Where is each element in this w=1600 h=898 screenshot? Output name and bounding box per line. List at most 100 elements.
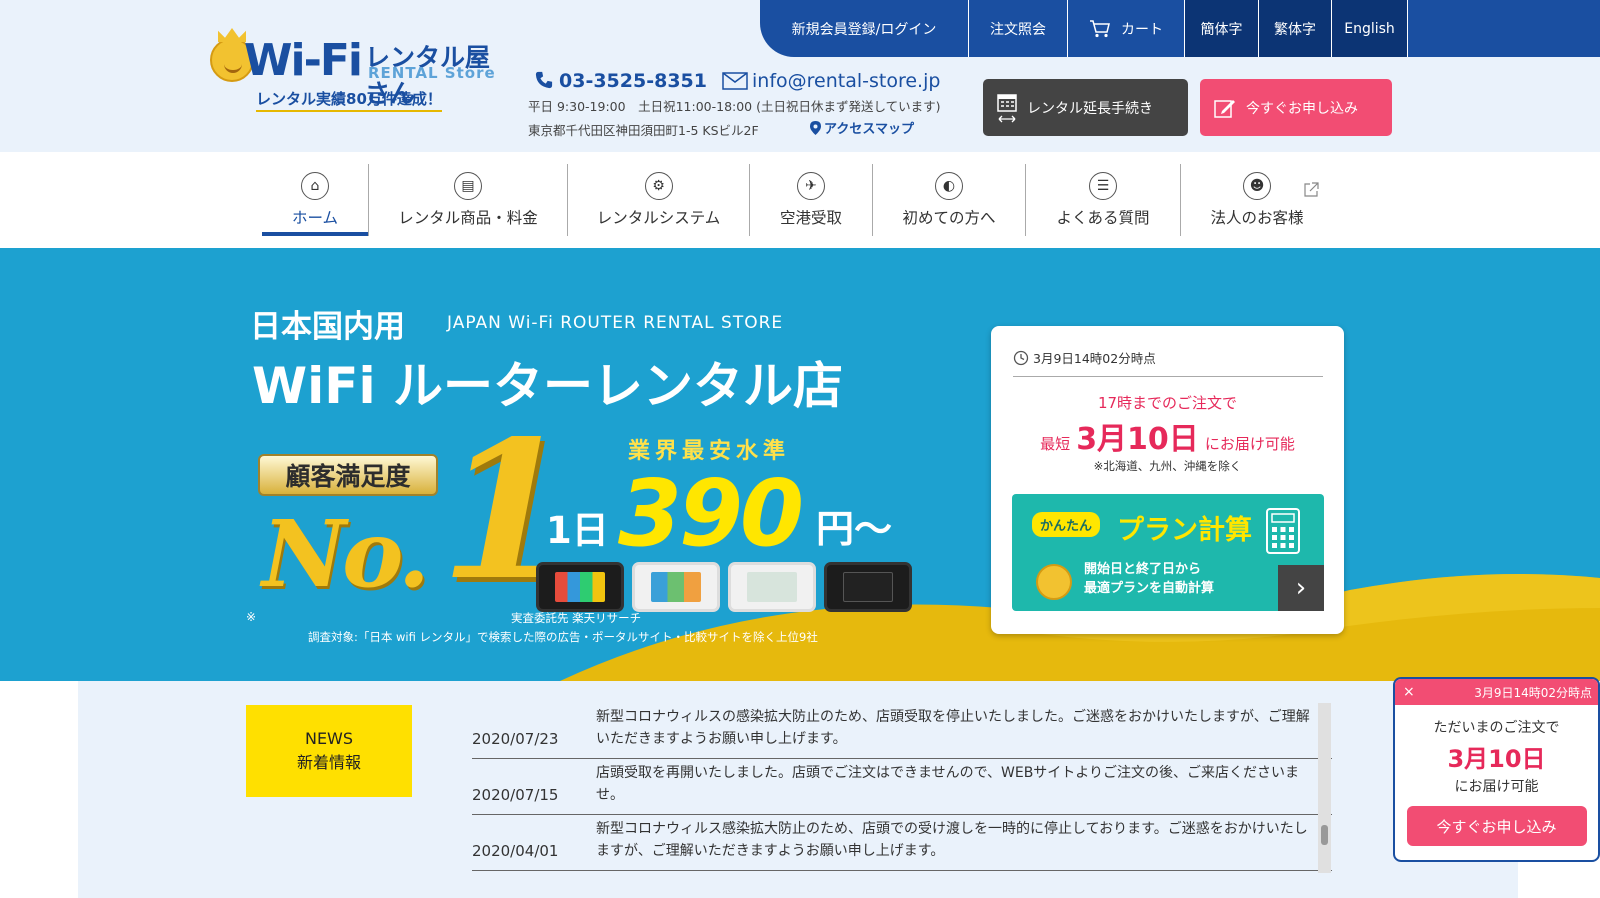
nav-airport[interactable]: ✈ 空港受取 bbox=[750, 162, 872, 238]
lang-english-link[interactable]: English bbox=[1332, 0, 1408, 57]
calendar-icon bbox=[997, 93, 1017, 122]
router-image bbox=[728, 562, 816, 612]
nav-home[interactable]: ⌂ ホーム bbox=[262, 162, 368, 238]
news-item[interactable]: 2020/04/01 新型コロナウィルス感染拡大防止のため、店頭での受け渡しを一… bbox=[472, 815, 1332, 871]
news-scrollbar[interactable] bbox=[1318, 703, 1331, 873]
nav-business-label: 法人のお客様 bbox=[1210, 209, 1304, 227]
nav-beginners[interactable]: ◐ 初めての方へ bbox=[873, 162, 1025, 238]
delivery-popup: × 3月9日14時02分時点 ただいまのご注文で 3月10日 にお届け可能 今す… bbox=[1393, 677, 1600, 862]
router-image bbox=[536, 562, 624, 612]
logo-record: レンタル実績80万件達成！ bbox=[256, 88, 442, 112]
nav-active-indicator bbox=[262, 232, 368, 236]
plan-calculator-description: 開始日と終了日から 最適プランを自動計算 bbox=[1084, 560, 1214, 598]
popup-line1: ただいまのご注文で bbox=[1433, 720, 1560, 736]
business-hours: 平日 9:30-19:00 土日祝11:00-18:00 (土日祝日休まず発送し… bbox=[528, 99, 941, 114]
business-icon: ☻ bbox=[1243, 172, 1271, 200]
delivery-date-line: 最短 3月10日 にお届け可能 bbox=[991, 414, 1344, 458]
per-day-label: 1日 bbox=[546, 509, 609, 552]
survey-target: 調査対象:「日本 wifi レンタル」で検索した際の広告・ポータルサイト・比較サ… bbox=[308, 630, 818, 644]
map-pin-icon bbox=[810, 121, 821, 135]
logo-wifi-text: Wi-Fi bbox=[244, 35, 363, 86]
news-item[interactable]: 2020/07/15 店頭受取を再開いたしました。店頭でご注文はできませんので、… bbox=[472, 759, 1332, 815]
hero-title-en: JAPAN Wi-Fi ROUTER RENTAL STORE bbox=[447, 313, 784, 333]
order-deadline: 17時までのご注文で bbox=[1097, 394, 1238, 412]
satisfaction-badge: 顧客満足度 bbox=[258, 454, 438, 496]
delivery-timestamp-text: 3月9日14時02分時点 bbox=[1033, 351, 1156, 366]
edit-icon bbox=[1214, 99, 1235, 118]
news-date: 2020/07/23 bbox=[472, 730, 559, 748]
delivery-exclusion: ※北海道、九州、沖縄を除く bbox=[1093, 459, 1242, 473]
cart-label: カート bbox=[1121, 21, 1163, 38]
news-heading-jp: 新着情報 bbox=[296, 753, 361, 772]
survey-note-mark: ※ bbox=[246, 610, 257, 624]
email-text: info@rental-store.jp bbox=[752, 70, 941, 92]
lang-simplified-link[interactable]: 簡体字 bbox=[1185, 0, 1259, 57]
phone-text: 03-3525-8351 bbox=[559, 70, 707, 92]
phone-icon bbox=[535, 71, 553, 89]
nav-home-label: ホーム bbox=[291, 209, 339, 227]
price-value: 390 bbox=[618, 460, 804, 567]
clock-icon bbox=[1013, 350, 1029, 365]
access-map-label: アクセスマップ bbox=[824, 122, 914, 137]
site-header: Wi-Fi レンタル屋さん RENTAL Store レンタル実績80万件達成！… bbox=[0, 0, 1600, 152]
cart-icon bbox=[1090, 19, 1110, 37]
news-text: 新型コロナウィルスの感染拡大防止のため、店頭受取を停止いたしました。ご迷惑をおか… bbox=[596, 709, 1310, 747]
router-image bbox=[632, 562, 720, 612]
fastest-label: 最短 bbox=[1040, 435, 1071, 453]
register-login-link[interactable]: 新規会員登録/ログイン bbox=[760, 0, 969, 57]
plan-desc-line2: 最適プランを自動計算 bbox=[1084, 581, 1215, 596]
logo-rental-en: RENTAL Store bbox=[368, 64, 496, 82]
email-link[interactable]: info@rental-store.jp bbox=[722, 70, 940, 92]
store-address: 東京都千代田区神田須田町1-5 KSビル2F bbox=[528, 123, 759, 138]
kantan-badge: かんたん bbox=[1032, 512, 1101, 537]
mascot-icon bbox=[1036, 564, 1072, 600]
access-map-link[interactable]: アクセスマップ bbox=[810, 118, 914, 137]
scrollbar-thumb[interactable] bbox=[1321, 825, 1328, 845]
router-images bbox=[536, 562, 912, 612]
lang-traditional-link[interactable]: 繁体字 bbox=[1259, 0, 1332, 57]
gear-icon: ⚙ bbox=[644, 172, 673, 200]
hero-banner: 日本国内用 JAPAN Wi-Fi ROUTER RENTAL STORE Wi… bbox=[0, 248, 1600, 681]
popup-timestamp: 3月9日14時02分時点 bbox=[1474, 685, 1592, 700]
home-icon: ⌂ bbox=[301, 172, 329, 200]
no-text: No. bbox=[262, 500, 430, 608]
news-date: 2020/07/15 bbox=[472, 786, 559, 804]
news-item[interactable]: 2020/07/23 新型コロナウィルスの感染拡大防止のため、店頭受取を停止いた… bbox=[472, 703, 1332, 759]
rental-extension-label: レンタル延長手続き bbox=[1027, 100, 1153, 117]
chat-icon: ☰ bbox=[1089, 172, 1117, 200]
nav-rental-system[interactable]: ⚙ レンタルシステム bbox=[568, 162, 749, 238]
deliverable-label: にお届け可能 bbox=[1204, 435, 1295, 453]
site-logo[interactable]: Wi-Fi レンタル屋さん RENTAL Store レンタル実績80万件達成！ bbox=[210, 34, 510, 114]
rental-extension-button[interactable]: レンタル延長手続き bbox=[983, 79, 1188, 136]
cart-link[interactable]: カート bbox=[1068, 0, 1185, 57]
popup-line3: にお届け可能 bbox=[1454, 779, 1539, 795]
nav-rental-system-label: レンタルシステム bbox=[596, 209, 721, 227]
apply-now-label: 今すぐお申し込み bbox=[1246, 100, 1358, 117]
mail-icon bbox=[722, 72, 748, 90]
nav-business[interactable]: ☻ 法人のお客様 bbox=[1181, 162, 1333, 238]
phone-number[interactable]: 03-3525-8351 bbox=[535, 70, 707, 92]
news-text: 新型コロナウィルス感染拡大防止のため、店頭での受け渡しを一時的に停止しております… bbox=[596, 821, 1308, 859]
delivery-date: 3月10日 bbox=[1076, 422, 1199, 457]
nav-faq[interactable]: ☰ よくある質問 bbox=[1026, 162, 1180, 238]
beginner-icon: ◐ bbox=[935, 172, 963, 200]
nav-beginners-label: 初めての方へ bbox=[902, 209, 996, 227]
popup-header: × 3月9日14時02分時点 bbox=[1395, 679, 1598, 705]
airplane-icon: ✈ bbox=[797, 172, 825, 200]
popup-delivery-date: 3月10日 bbox=[1447, 745, 1546, 773]
chevron-right-icon[interactable]: › bbox=[1278, 565, 1324, 611]
plan-calculator-button[interactable]: かんたん プラン計算 開始日と終了日から 最適プランを自動計算 › bbox=[1012, 494, 1324, 611]
plan-calculator-title: プラン計算 bbox=[1117, 515, 1252, 546]
apply-now-button[interactable]: 今すぐお申し込み bbox=[1200, 79, 1392, 136]
nav-airport-label: 空港受取 bbox=[779, 209, 842, 227]
delivery-info-card: 3月9日14時02分時点 17時までのご注文で 最短 3月10日 にお届け可能 ※北… bbox=[991, 326, 1344, 634]
product-icon: ▤ bbox=[454, 172, 482, 200]
nav-products-label: レンタル商品・料金 bbox=[398, 209, 538, 227]
nav-products[interactable]: ▤ レンタル商品・料金 bbox=[369, 162, 567, 238]
delivery-timestamp: 3月9日14時02分時点 bbox=[1013, 348, 1156, 367]
external-link-icon bbox=[1304, 182, 1319, 197]
close-icon[interactable]: × bbox=[1403, 684, 1415, 700]
popup-apply-button[interactable]: 今すぐお申し込み bbox=[1406, 806, 1587, 846]
plan-desc-line1: 開始日と終了日から bbox=[1084, 562, 1202, 577]
order-inquiry-link[interactable]: 注文照会 bbox=[969, 0, 1068, 57]
